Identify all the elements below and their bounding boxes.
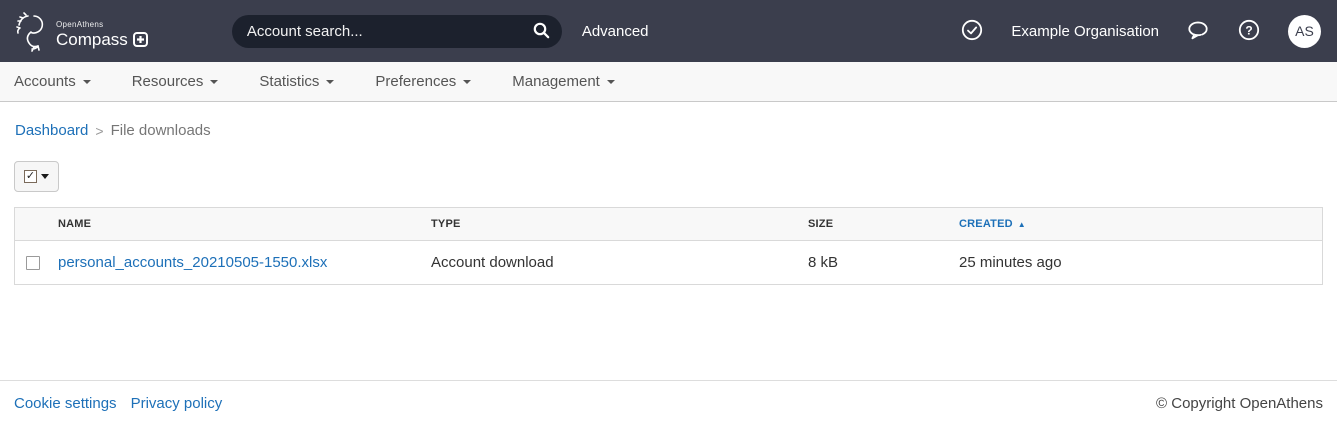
openathens-compass-logo[interactable]: OpenAthens Compass bbox=[14, 10, 148, 52]
column-header-type[interactable]: TYPE bbox=[431, 218, 808, 230]
advanced-search-link[interactable]: Advanced bbox=[582, 23, 649, 40]
chevron-down-icon bbox=[41, 174, 49, 179]
account-search-box[interactable] bbox=[232, 15, 562, 48]
brand-compass-label: Compass bbox=[56, 31, 128, 48]
status-check-button[interactable] bbox=[960, 18, 984, 45]
chevron-down-icon bbox=[326, 80, 334, 84]
header-right-group: Example Organisation ? AS bbox=[960, 15, 1321, 48]
search-submit-button[interactable] bbox=[532, 21, 550, 42]
svg-text:?: ? bbox=[1245, 23, 1252, 37]
checkbox-checked-icon: ✓ bbox=[24, 170, 37, 183]
copyright-text: © Copyright OpenAthens bbox=[1156, 395, 1323, 412]
file-downloads-table: NAME TYPE SIZE CREATED ▲ personal_accoun… bbox=[14, 207, 1323, 285]
nav-item-label: Resources bbox=[132, 73, 204, 90]
column-header-label: CREATED bbox=[959, 218, 1013, 230]
file-download-link[interactable]: personal_accounts_20210505-1550.xlsx bbox=[58, 254, 327, 271]
check-circle-icon bbox=[960, 18, 984, 45]
page-footer: Cookie settings Privacy policy © Copyrig… bbox=[0, 380, 1337, 426]
search-input[interactable] bbox=[247, 23, 532, 40]
nav-item-resources[interactable]: Resources bbox=[132, 73, 219, 90]
cell-size: 8 kB bbox=[808, 254, 959, 271]
cookie-settings-link[interactable]: Cookie settings bbox=[14, 395, 117, 412]
chevron-down-icon bbox=[210, 80, 218, 84]
nav-item-label: Accounts bbox=[14, 73, 76, 90]
question-circle-icon: ? bbox=[1237, 18, 1261, 45]
chevron-down-icon bbox=[607, 80, 615, 84]
top-header: OpenAthens Compass Advanc bbox=[0, 0, 1337, 62]
chevron-down-icon bbox=[83, 80, 91, 84]
select-all-dropdown-button[interactable]: ✓ bbox=[14, 161, 59, 192]
sort-ascending-icon: ▲ bbox=[1018, 220, 1026, 229]
nav-item-preferences[interactable]: Preferences bbox=[375, 73, 471, 90]
chevron-down-icon bbox=[463, 80, 471, 84]
nav-item-accounts[interactable]: Accounts bbox=[14, 73, 91, 90]
nav-item-label: Preferences bbox=[375, 73, 456, 90]
row-checkbox[interactable] bbox=[26, 256, 40, 270]
breadcrumb-separator: > bbox=[95, 123, 103, 139]
nav-item-label: Management bbox=[512, 73, 600, 90]
plus-box-icon bbox=[133, 32, 148, 47]
search-icon bbox=[532, 21, 550, 42]
cell-created: 25 minutes ago bbox=[959, 254, 1322, 271]
footer-links: Cookie settings Privacy policy bbox=[14, 395, 222, 412]
nav-item-statistics[interactable]: Statistics bbox=[259, 73, 334, 90]
brand-text: OpenAthens Compass bbox=[56, 21, 148, 52]
column-header-name[interactable]: NAME bbox=[58, 218, 431, 230]
cell-type: Account download bbox=[431, 254, 808, 271]
table-header-row: NAME TYPE SIZE CREATED ▲ bbox=[15, 208, 1322, 241]
table-toolbar: ✓ bbox=[0, 139, 1337, 192]
column-header-size[interactable]: SIZE bbox=[808, 218, 959, 230]
column-header-created-sorted[interactable]: CREATED ▲ bbox=[959, 218, 1322, 230]
table-row: personal_accounts_20210505-1550.xlsx Acc… bbox=[15, 241, 1322, 284]
help-button[interactable]: ? bbox=[1237, 18, 1261, 45]
privacy-policy-link[interactable]: Privacy policy bbox=[131, 395, 223, 412]
nav-item-label: Statistics bbox=[259, 73, 319, 90]
chat-button[interactable] bbox=[1186, 18, 1210, 45]
brand-openathens-label: OpenAthens bbox=[56, 21, 148, 29]
main-nav: Accounts Resources Statistics Preference… bbox=[0, 62, 1337, 102]
user-avatar[interactable]: AS bbox=[1288, 15, 1321, 48]
nav-item-management[interactable]: Management bbox=[512, 73, 615, 90]
organisation-name: Example Organisation bbox=[1011, 23, 1159, 40]
speech-bubble-icon bbox=[1186, 18, 1210, 45]
breadcrumb-current-page: File downloads bbox=[111, 122, 211, 139]
breadcrumb: Dashboard > File downloads bbox=[0, 102, 1337, 139]
openathens-owl-icon bbox=[14, 10, 50, 52]
main-content: Dashboard > File downloads ✓ NAME TYPE S… bbox=[0, 102, 1337, 380]
breadcrumb-dashboard-link[interactable]: Dashboard bbox=[15, 122, 88, 139]
